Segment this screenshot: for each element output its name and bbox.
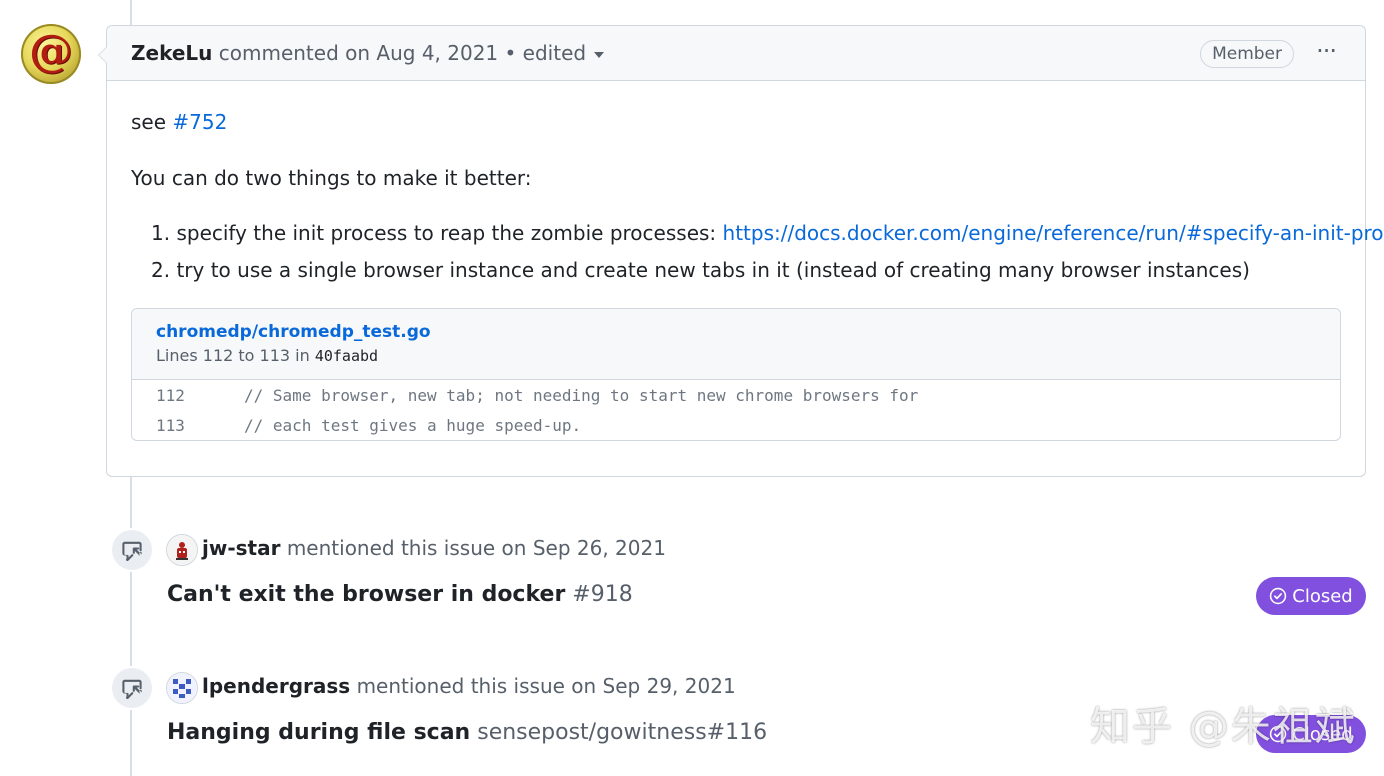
comment-author[interactable]: ZekeLu bbox=[131, 41, 212, 65]
mention-meta: jw-star mentioned this issue on Sep 26, … bbox=[202, 536, 666, 560]
code-snippet: chromedp/chromedp_test.go Lines 112 to 1… bbox=[131, 308, 1341, 441]
jw-star-avatar[interactable] bbox=[166, 534, 198, 566]
code-snippet-header: chromedp/chromedp_test.go Lines 112 to 1… bbox=[132, 309, 1340, 380]
mention-author[interactable]: jw-star bbox=[202, 536, 280, 560]
mention-meta: lpendergrass mentioned this issue on Sep… bbox=[202, 674, 736, 698]
check-circle-icon bbox=[1270, 587, 1287, 605]
docker-docs-link[interactable]: https://docs.docker.com/engine/reference… bbox=[723, 221, 1384, 245]
list-item: 1. specify the init process to reap the … bbox=[151, 221, 1384, 245]
comment-box: ZekeLu commented on Aug 4, 2021 • edited… bbox=[98, 25, 1384, 477]
mention-author[interactable]: lpendergrass bbox=[202, 674, 350, 698]
watermark: 知乎 @朱祖斌 bbox=[1090, 704, 1357, 750]
line-number[interactable]: 112 bbox=[156, 386, 185, 405]
commit-sha-link[interactable]: 40faabd bbox=[315, 347, 378, 365]
caret-down-icon bbox=[594, 51, 605, 58]
member-badge: Member bbox=[1200, 40, 1294, 68]
closed-status-badge: Closed bbox=[1256, 577, 1366, 615]
list-item: 2. try to use a single browser instance … bbox=[151, 258, 1250, 282]
code-file-link[interactable]: chromedp/chromedp_test.go bbox=[156, 322, 431, 342]
comment-date[interactable]: Aug 4, 2021 bbox=[376, 41, 498, 65]
author-avatar[interactable]: @ bbox=[21, 24, 81, 84]
referenced-issue-link[interactable]: Hanging during file scan sensepost/gowit… bbox=[167, 720, 767, 745]
code-text: // each test gives a huge speed-up. bbox=[244, 416, 582, 435]
cross-reference-icon bbox=[110, 528, 154, 572]
kebab-menu-icon[interactable]: ··· bbox=[1316, 39, 1337, 63]
line-number[interactable]: 113 bbox=[156, 416, 185, 435]
edited-dropdown[interactable]: • edited bbox=[505, 41, 605, 65]
code-lines-info: Lines 112 to 113 in 40faabd bbox=[156, 346, 379, 365]
code-text: // Same browser, new tab; not needing to… bbox=[244, 386, 919, 405]
comment-action: commented on bbox=[218, 41, 371, 65]
comment-meta: ZekeLu commented on Aug 4, 2021 • edited bbox=[131, 41, 605, 65]
see-paragraph: see #752 bbox=[131, 110, 228, 134]
referenced-issue-link[interactable]: Can't exit the browser in docker #918 bbox=[167, 582, 633, 607]
lpendergrass-avatar[interactable] bbox=[166, 672, 198, 704]
issue-link[interactable]: #752 bbox=[172, 110, 227, 134]
at-sign-icon: @ bbox=[29, 26, 73, 77]
intro-paragraph: You can do two things to make it better: bbox=[131, 166, 532, 190]
cross-reference-icon bbox=[110, 666, 154, 710]
comment-header: ZekeLu commented on Aug 4, 2021 • edited… bbox=[107, 26, 1365, 81]
